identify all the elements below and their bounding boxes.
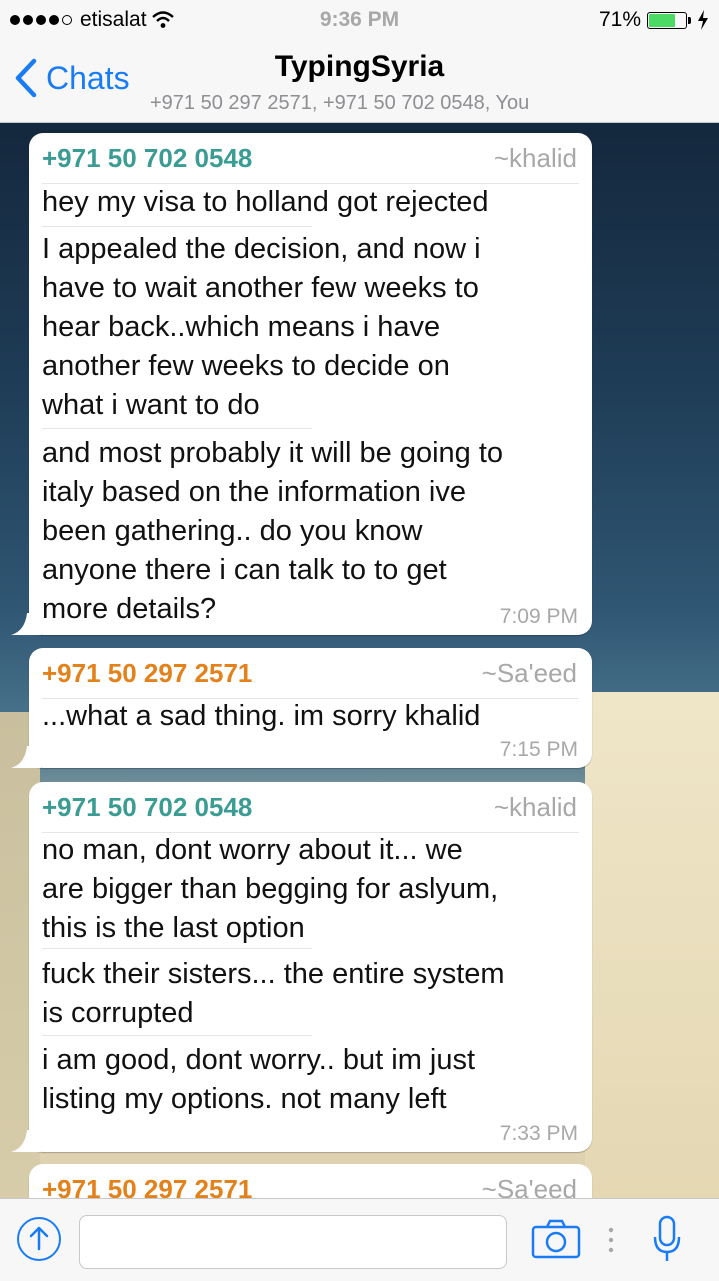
microphone-icon[interactable] [652, 1215, 682, 1263]
sender-number[interactable]: +971 50 297 2571 [42, 658, 252, 689]
sender-number[interactable]: +971 50 702 0548 [42, 143, 252, 174]
status-bar: etisalat 9:36 PM 71% [0, 0, 719, 40]
message-input-bar [0, 1198, 719, 1281]
separator-dots [608, 1227, 614, 1253]
bubble-tail [11, 613, 41, 635]
divider [42, 226, 312, 227]
message-text: no man, dont worry about it... we are bi… [42, 834, 499, 944]
sender-number[interactable]: +971 50 702 0548 [42, 792, 252, 823]
upload-arrow-icon [29, 1226, 49, 1251]
group-participants[interactable]: +971 50 297 2571, +971 50 702 0548, You [150, 92, 529, 115]
camera-icon[interactable] [531, 1219, 581, 1259]
navigation-bar: Chats TypingSyria +971 50 297 2571, +971… [0, 40, 719, 123]
sender-alias: ~Sa'eed [481, 658, 577, 688]
message-bubble[interactable]: +971 50 297 2571 ~Sa'eed ...what a sad t… [11, 648, 592, 768]
share-button[interactable] [17, 1217, 61, 1261]
divider [42, 948, 312, 949]
bubble-tail [11, 1130, 41, 1152]
wallpaper-wall-right [585, 692, 719, 1198]
message-text: i am good, dont worry.. but im just list… [42, 1044, 476, 1115]
group-title[interactable]: TypingSyria [0, 50, 719, 84]
divider [42, 428, 312, 429]
sender-alias: ~khalid [493, 792, 577, 822]
bubble-tail [11, 746, 41, 768]
message-text: and most probably it will be going to it… [42, 437, 504, 625]
sender-alias: ~khalid [493, 143, 577, 173]
message-timestamp: 7:33 PM [499, 1122, 578, 1145]
message-bubble[interactable]: +971 50 702 0548 ~khalid hey my visa to … [11, 133, 592, 635]
message-input[interactable] [79, 1215, 507, 1269]
message-timestamp: 7:09 PM [499, 605, 578, 628]
lightning-icon [698, 10, 708, 30]
message-timestamp: 7:15 PM [499, 738, 578, 761]
battery-percent: 71% [598, 8, 641, 31]
divider [42, 1035, 312, 1036]
message-text: ...what a sad thing. im sorry khalid [42, 700, 481, 732]
message-text: I appealed the decision, and now i have … [42, 233, 481, 421]
message-text: hey my visa to holland got rejected [42, 186, 489, 218]
battery-icon [647, 11, 691, 29]
status-right: 71% [599, 8, 709, 32]
message-bubble[interactable]: +971 50 702 0548 ~khalid no man, dont wo… [11, 782, 592, 1152]
message-text: fuck their sisters... the entire system … [42, 958, 505, 1029]
